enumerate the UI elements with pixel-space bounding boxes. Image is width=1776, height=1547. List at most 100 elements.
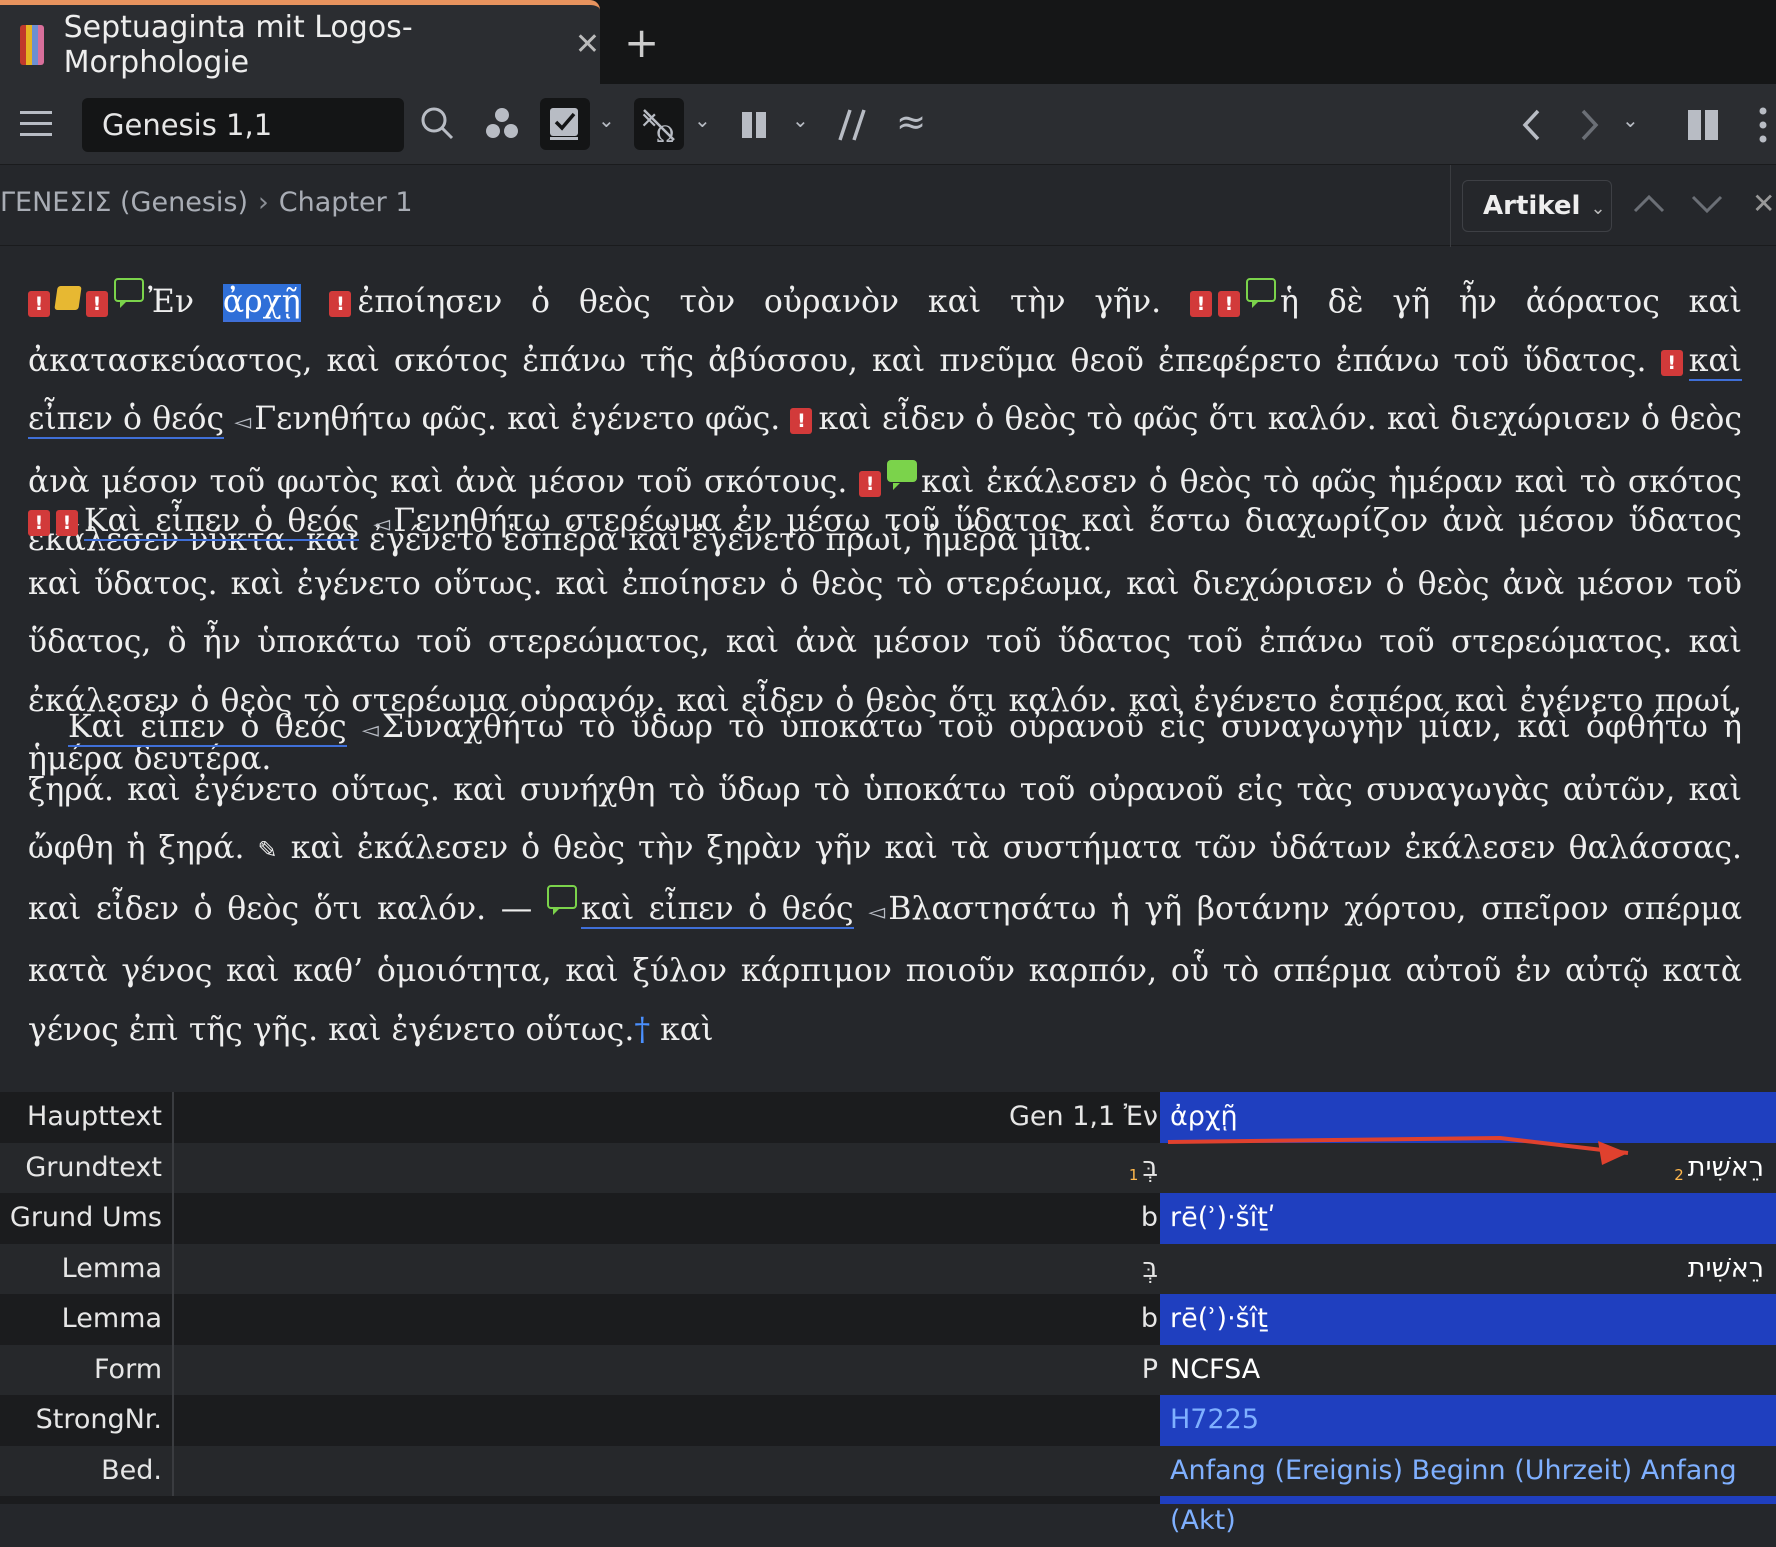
annotation-arrow — [1167, 1135, 1629, 1165]
tab-title: Septuaginta mit Logos-Morphologie — [63, 9, 413, 80]
document-tab[interactable]: Septuaginta mit Logos-Morphologie ✕ — [0, 0, 600, 84]
speech-icon: ◅ — [373, 512, 391, 537]
row-label: Bed. — [101, 1454, 162, 1486]
comment-icon[interactable] — [1246, 278, 1277, 308]
back-icon[interactable] — [1520, 108, 1544, 142]
breadcrumb-separator: › — [257, 187, 269, 218]
sentence[interactable]: ἐποίησεν ὁ θεὸς τὸν οὐρανὸν καὶ τὴν γῆν. — [357, 284, 1161, 320]
hebrew-word: בְּ — [1142, 1151, 1158, 1183]
forward-icon[interactable] — [1578, 108, 1602, 142]
note-icon[interactable] — [54, 286, 82, 310]
comment-icon[interactable] — [114, 278, 144, 308]
chevron-down-icon: ⌄ — [1590, 198, 1606, 219]
row-label: Haupttext — [27, 1101, 162, 1132]
divider — [1450, 165, 1451, 247]
view-select-label: Artikel — [1483, 191, 1581, 221]
pen-icon: ✎ — [257, 836, 278, 864]
interlinear-row: Lemma Ums b rē(ʾ)·šîṯ — [0, 1294, 1776, 1385]
chevron-down-icon[interactable]: ⌄ — [694, 108, 711, 132]
word-en[interactable]: Ἐν — [148, 284, 194, 320]
row-value: Gen 1,1 Ἐν — [1008, 1101, 1158, 1132]
sentence[interactable]: καὶ εἶπεν ὁ θεός — [580, 890, 854, 929]
reference-input[interactable]: Genesis 1,1 — [82, 98, 404, 152]
speech-icon: ◅ — [234, 410, 252, 435]
flag-icon[interactable]: ! — [1190, 291, 1213, 317]
row-label: Lemma — [61, 1252, 162, 1284]
interlinear-row: Grund Ums b rē(ʾ)·šîṯʹ — [0, 1193, 1776, 1244]
flag-icon[interactable]: ! — [56, 510, 78, 536]
flag-icon[interactable]: ! — [28, 510, 50, 536]
row-value: b — [1140, 1202, 1158, 1233]
meaning-link[interactable]: Anfang (Ereignis) Beginn (Uhrzeit) Anfan… — [1170, 1446, 1776, 1537]
breadcrumb-book[interactable]: ΓΕΝΕΣΙΣ (Genesis) — [0, 187, 248, 218]
speech-icon: ◅ — [868, 899, 886, 925]
view-select[interactable]: Artikel ⌄ — [1462, 180, 1612, 232]
resource-cover-icon — [20, 24, 44, 65]
interlinear-row: Bed. Anfang (Ereignis) Beginn (Uhrzeit) … — [0, 1445, 1776, 1537]
divider — [172, 1243, 174, 1294]
flag-icon[interactable]: ! — [1660, 349, 1683, 376]
breadcrumb-chapter[interactable]: Chapter 1 — [279, 187, 413, 218]
row-label: Grundtext — [25, 1151, 162, 1183]
selected-value[interactable]: rē(ʾ)·šîṯʹ — [1170, 1193, 1275, 1244]
chevron-down-icon[interactable]: ⌄ — [598, 108, 615, 132]
hebrew-word: רֵאשִׁית — [1687, 1151, 1764, 1183]
row-value: b — [1140, 1303, 1158, 1334]
interlinear-panel: Haupttext Gen 1,1 Ἐν ἀρχῇ Grundtext 1 בְּ… — [0, 1092, 1776, 1537]
bible-text: !! Ἐν ἀρχῇ ! ἐποίησεν ὁ θεὸς τὸν οὐρανὸν κ… — [0, 247, 1776, 1092]
checkbox-icon — [550, 108, 578, 140]
word-number: 1 — [1128, 1165, 1139, 1184]
approx-icon[interactable]: ≈ — [896, 102, 926, 143]
selected-value[interactable]: רֵאשִׁית — [1688, 1244, 1764, 1295]
row-value: 1 בְּ — [1129, 1143, 1158, 1194]
sentence[interactable]: Καὶ εἶπεν ὁ θεός — [84, 503, 360, 541]
row-value: בְּ — [1142, 1252, 1158, 1284]
sentence[interactable]: καὶ — [660, 1012, 713, 1048]
speech-icon: ◅ — [361, 718, 379, 743]
comment-filled-icon[interactable] — [887, 459, 918, 490]
divider — [172, 1193, 174, 1244]
next-article-icon[interactable] — [1690, 193, 1724, 217]
new-tab-icon[interactable]: + — [624, 18, 659, 67]
parallel-icon[interactable] — [836, 108, 868, 142]
divider — [172, 1092, 174, 1143]
split-view-icon[interactable] — [1686, 108, 1720, 142]
sentence[interactable]: Καὶ εἶπεν ὁ θεός — [68, 709, 347, 747]
flag-icon[interactable]: ! — [28, 291, 50, 317]
tab-bar: Septuaginta mit Logos-Morphologie ✕ + — [0, 0, 1776, 84]
flag-icon[interactable]: ! — [790, 408, 813, 434]
close-tab-icon[interactable]: ✕ — [575, 27, 600, 62]
strong-number-link[interactable]: H7225 — [1170, 1395, 1259, 1446]
more-icon[interactable] — [1756, 106, 1770, 144]
divider — [172, 1445, 174, 1496]
word-number: 2 — [1674, 1165, 1684, 1184]
close-search-icon[interactable]: ✕ — [1752, 187, 1775, 220]
chevron-down-icon[interactable]: ⌄ — [792, 108, 809, 132]
chevron-down-icon[interactable]: ⌄ — [1622, 108, 1639, 132]
previous-article-icon[interactable] — [1632, 191, 1666, 215]
divider — [172, 1294, 174, 1345]
paragraph-3: Καὶ εἶπεν ὁ θεός ◅Συναχθήτω τὸ ὕδωρ τὸ ὑ… — [28, 698, 1742, 1059]
flag-icon[interactable]: ! — [329, 291, 352, 317]
comment-icon[interactable] — [546, 884, 577, 915]
search-icon[interactable] — [420, 106, 456, 142]
sentence[interactable]: Γενηθήτω φῶς. καὶ ἐγένετο φῶς. — [254, 401, 780, 437]
row-label: Lemma Ums — [61, 1303, 162, 1385]
divider — [172, 1344, 174, 1395]
row-label: StrongNr. — [35, 1404, 162, 1435]
visual-filter-icon[interactable] — [484, 106, 520, 142]
breadcrumb: ΓΕΝΕΣΙΣ (Genesis) › Chapter 1 Artikel ⌄ ✕ — [0, 164, 1776, 247]
divider — [172, 1395, 174, 1446]
divider — [172, 1142, 174, 1193]
footnote-marker[interactable]: † — [634, 1012, 650, 1048]
row-label: Grund Ums — [9, 1202, 162, 1233]
flag-icon[interactable]: ! — [1218, 291, 1241, 317]
row-value: P — [1141, 1353, 1158, 1385]
columns-icon[interactable] — [740, 110, 772, 138]
selected-word[interactable]: ἀρχῇ — [222, 284, 301, 322]
flag-icon[interactable]: ! — [86, 291, 108, 317]
selected-value[interactable]: rē(ʾ)·šîṯ — [1170, 1294, 1268, 1345]
selected-value[interactable]: NCFSA — [1170, 1345, 1260, 1396]
menu-icon[interactable] — [20, 110, 54, 138]
selected-value[interactable]: 2 רֵאשִׁית — [1674, 1143, 1764, 1194]
